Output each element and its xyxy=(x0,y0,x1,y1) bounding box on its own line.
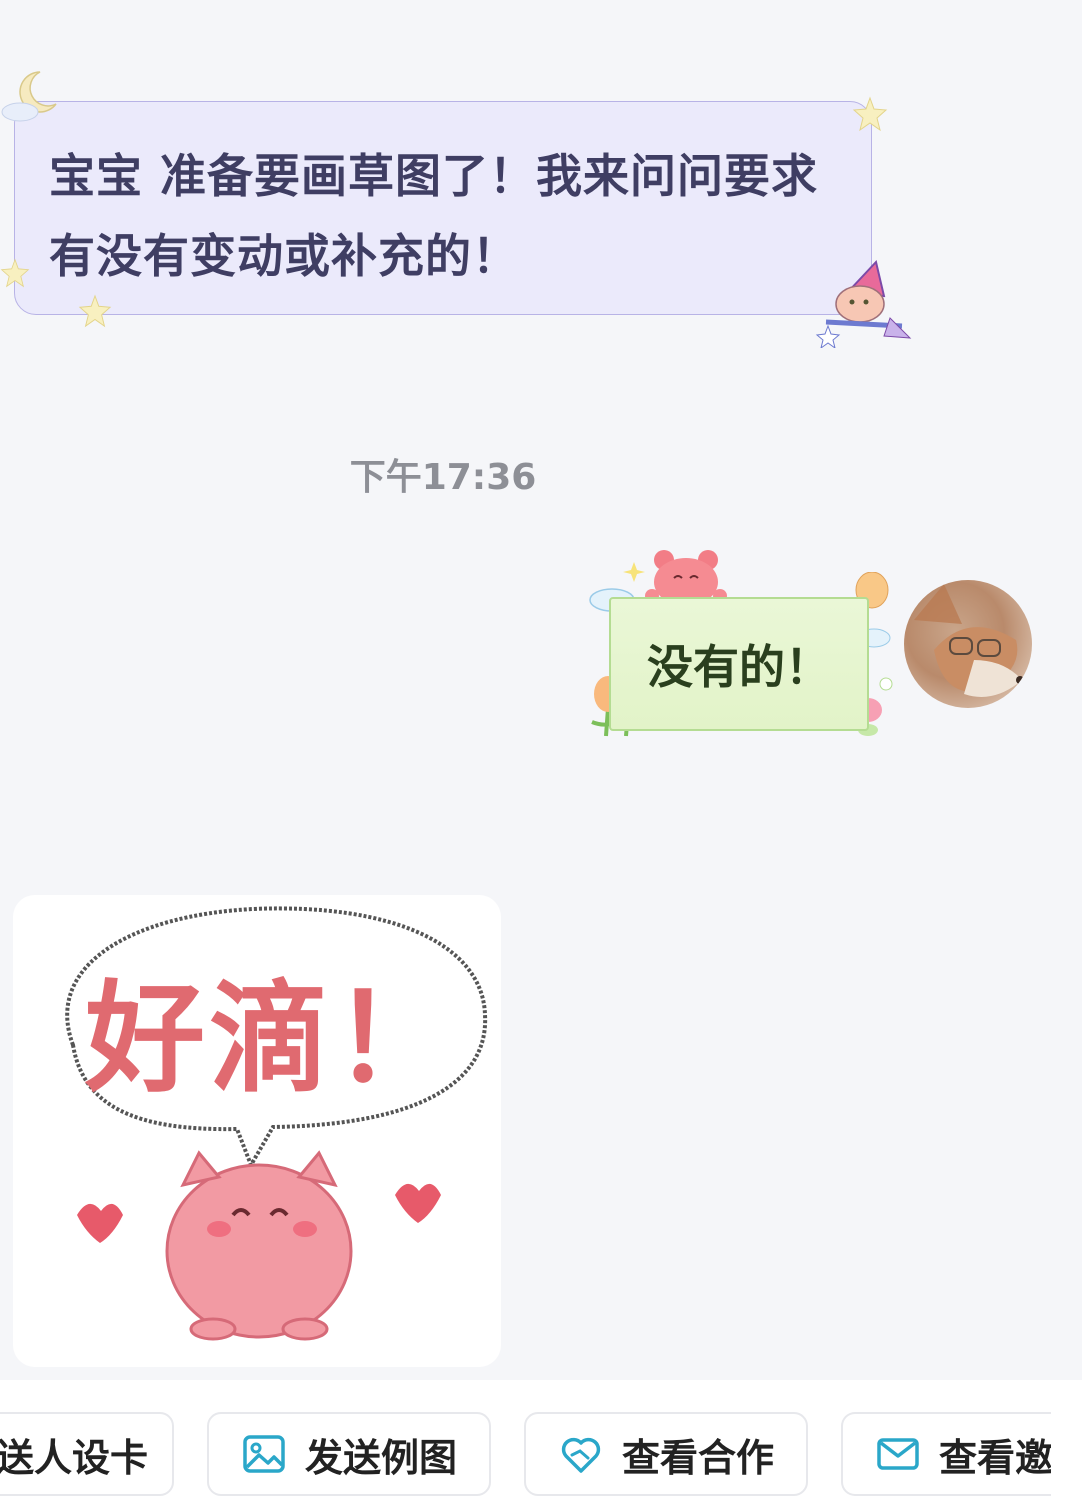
sticker-text: 好滴！ xyxy=(84,970,457,1109)
send-character-card-label: 送人设卡 xyxy=(0,1435,149,1480)
incoming-message-bubble[interactable]: 宝宝 准备要画草图了！我来问问要求有没有变动或补充的！ xyxy=(14,101,872,315)
avatar[interactable] xyxy=(904,580,1032,708)
star-decoration-icon xyxy=(0,258,30,288)
image-icon xyxy=(243,1435,285,1473)
chat-area[interactable]: 宝宝 准备要画草图了！我来问问要求有没有变动或补充的！ 下午17:36 没有的！… xyxy=(0,0,1082,1380)
view-invitation-label: 查看邀 xyxy=(939,1435,1051,1480)
view-cooperation-button[interactable]: 查看合作 xyxy=(524,1412,808,1496)
view-cooperation-label: 查看合作 xyxy=(622,1435,775,1480)
message-timestamp: 下午17:36 xyxy=(349,457,537,498)
send-example-image-label: 发送例图 xyxy=(305,1435,458,1480)
send-character-card-button[interactable]: 送人设卡 xyxy=(0,1412,174,1496)
mail-icon xyxy=(877,1438,919,1470)
heart-handshake-icon xyxy=(561,1437,601,1473)
sticker-image[interactable]: 好滴！ xyxy=(13,895,501,1367)
outgoing-message-bubble[interactable]: 没有的！ xyxy=(609,597,869,731)
view-invitation-button[interactable]: 查看邀 xyxy=(841,1412,1051,1496)
outgoing-message-text: 没有的！ xyxy=(647,640,831,694)
star-decoration-icon xyxy=(78,294,112,328)
witch-bunny-decoration-icon xyxy=(815,259,912,348)
fox-avatar-icon xyxy=(914,584,1024,697)
quick-actions-bar: 送人设卡 发送例图 查看合作 查看邀 xyxy=(0,1380,1082,1507)
send-example-image-button[interactable]: 发送例图 xyxy=(207,1412,491,1496)
bear-decoration-icon xyxy=(645,550,727,604)
incoming-message-text: 宝宝 准备要画草图了！我来问问要求有没有变动或补充的！ xyxy=(49,149,819,283)
moon-cloud-decoration-icon xyxy=(1,71,57,122)
pig-sticker-icon: 好滴！ xyxy=(65,906,488,1341)
star-decoration-icon xyxy=(852,96,888,132)
